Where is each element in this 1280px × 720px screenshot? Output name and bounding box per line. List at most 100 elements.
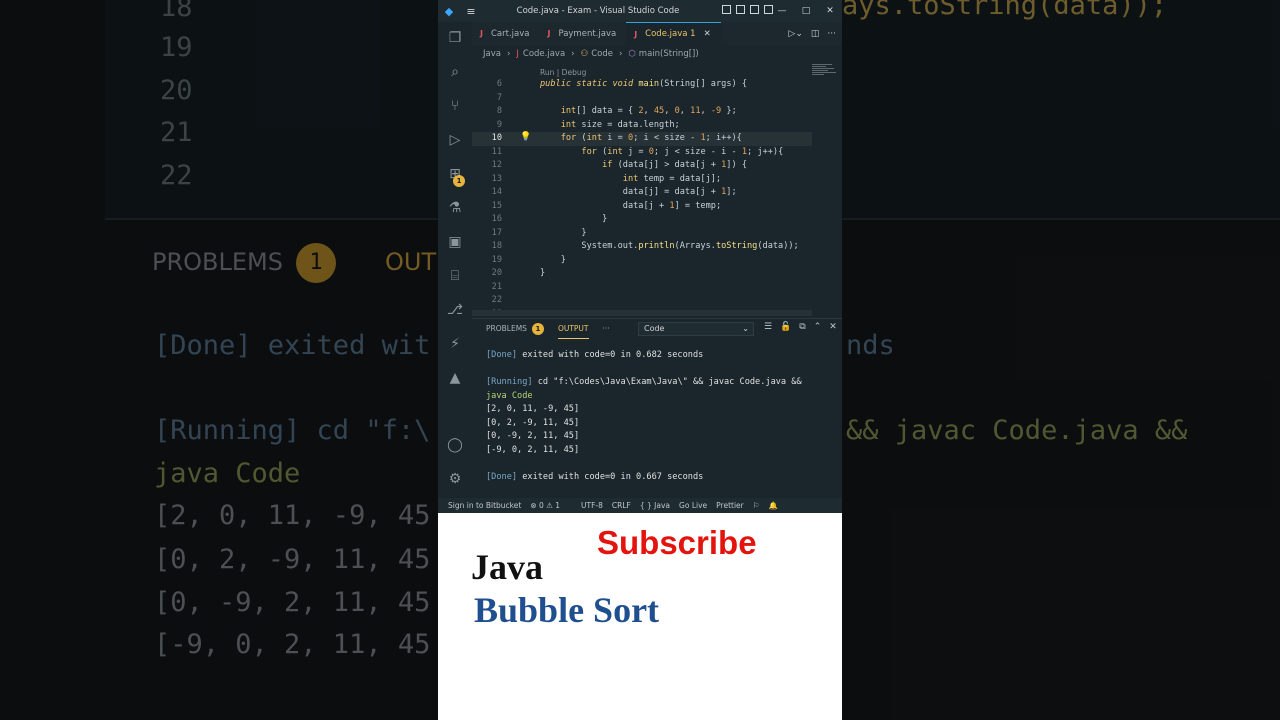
prettier-status[interactable]: Prettier [716,501,744,510]
output-line: java Code [486,390,533,404]
more-actions-icon[interactable]: ··· [827,29,836,39]
code-line[interactable]: 15 data[j + 1] = temp; [472,200,812,214]
azure-icon[interactable]: ▲ [446,369,464,387]
tab-code-java[interactable]: J Code.java 1 ✕ [626,22,721,45]
line-number: 6 [496,79,502,89]
close-tab-icon[interactable]: ✕ [704,29,711,39]
method-icon: ⬡ [628,49,636,59]
caption-area: Subscribe Java Bubble Sort [438,513,842,720]
source-control-icon[interactable]: ⑂ [446,97,464,115]
minimap[interactable] [812,63,839,81]
java-file-icon: J [634,29,638,39]
toggle-secondary-sidebar-icon[interactable] [750,5,759,14]
copy-icon[interactable]: ⧉ [799,322,805,332]
maximize-button[interactable]: □ [794,0,818,22]
lightning-icon[interactable]: ⚡ [446,335,464,353]
code-text: } [540,254,566,265]
code-line[interactable]: 12 if (data[j] > data[j + 1]) { [472,159,812,173]
output-channel-select[interactable]: Code ⌄ [638,322,754,336]
code-line[interactable]: 22 [472,294,812,308]
maximize-panel-icon[interactable]: ⌃ [814,322,822,332]
output-text: [0, -9, 2, 11, 45] [486,431,580,441]
horizontal-scrollbar[interactable] [472,310,812,316]
tab-payment-java[interactable]: J Payment.java [539,22,626,45]
terminal-icon[interactable]: ⌸ [446,267,464,285]
feedback-icon[interactable]: ⚐ [753,501,760,510]
git-graph-icon[interactable]: ⎇ [446,301,464,319]
code-line[interactable]: 6 public static void main(String[] args) … [472,78,812,92]
status-bar: Sign in to Bitbucket ⊗ 0 ⚠ 1 UTF-8 CRLF … [438,498,842,513]
breadcrumb: Java › J Code.java › ⚇ Code › ⬡ main(Str… [472,45,842,63]
testing-icon[interactable]: ⚗ [446,199,464,217]
encoding-status[interactable]: UTF-8 [581,501,603,510]
breadcrumb-item[interactable]: main(String[]) [639,49,699,59]
notebook-icon[interactable]: ▣ [446,233,464,251]
panel-more-tabs[interactable]: ··· [603,319,610,339]
code-line[interactable]: 21 [472,281,812,295]
output-text: exited with code=0 in 0.667 seconds [517,471,704,482]
explorer-icon[interactable]: ❐ [446,29,464,47]
tab-cart-java[interactable]: J Cart.java [472,22,539,45]
tab-problems[interactable]: PROBLEMS 1 [486,319,544,339]
toggle-sidebar-icon[interactable] [722,5,731,14]
code-text: if (data[j] > data[j + 1]) { [602,160,747,170]
codelens-run-debug[interactable]: Run | Debug [540,68,586,77]
class-icon: ⚇ [580,49,589,59]
code-text: public static void main(String[] args) { [540,79,748,89]
output-text: java Code [486,390,533,401]
code-line[interactable]: 11 for (int j = 0; j < size - i - 1; j++… [472,146,812,160]
minimize-button[interactable]: — [770,0,794,22]
tab-label: PROBLEMS [486,324,527,333]
tab-label: Cart.java [490,28,530,39]
breadcrumb-item[interactable]: Code.java [523,49,565,59]
code-line[interactable]: 8 int[] data = { 2, 45, 0, 11, -9 }; [472,105,812,119]
account-icon[interactable]: ◯ [446,436,464,454]
code-text: } [540,227,587,238]
run-code-icon[interactable]: ▷⌄ [788,29,802,39]
code-line[interactable]: 16 } [472,213,812,227]
notifications-bell-icon[interactable]: 🔔 [768,501,777,510]
line-number: 10 [491,133,502,143]
code-text: int size = data.length; [560,119,680,130]
tab-output[interactable]: OUTPUT [557,319,589,339]
line-number: 14 [491,187,502,197]
java-file-icon: J [547,29,551,38]
code-line[interactable]: 9 int size = data.length; [472,119,812,133]
code-line[interactable]: 20} [472,267,812,281]
language-status[interactable]: { } Java [640,501,670,510]
search-icon[interactable]: ⌕ [446,63,464,81]
output-tag: [Running] [486,377,533,387]
java-file-icon: J [516,49,519,59]
code-line[interactable]: 13 int temp = data[j]; [472,173,812,187]
eol-status[interactable]: CRLF [612,501,631,510]
settings-gear-icon[interactable]: ⚙ [446,470,464,488]
line-number: 8 [496,106,502,116]
breadcrumb-item[interactable]: Java [483,49,501,59]
code-line[interactable]: 18 System.out.println(Arrays.toString(da… [472,240,812,254]
caption-line-2: Bubble Sort [474,590,660,630]
subscribe-text: Subscribe [597,524,757,561]
line-number: 12 [491,160,502,170]
toggle-panel-icon[interactable] [736,5,745,14]
output-line: [Done] exited with code=0 in 0.667 secon… [486,471,703,485]
code-line[interactable]: 19 } [472,254,812,268]
problems-status[interactable]: ⊗ 0 ⚠ 1 [530,501,560,510]
breadcrumb-item[interactable]: Code [591,49,613,59]
line-number: 18 [491,241,502,251]
split-editor-icon[interactable]: ◫ [811,29,820,39]
filter-lines-icon[interactable]: ☰ [764,322,772,332]
run-debug-icon[interactable]: ▷ [446,131,464,149]
output-line: [0, 2, -9, 11, 45] [486,417,579,431]
code-line[interactable]: 7 [472,92,812,106]
line-number: 7 [496,92,502,103]
output-line: [Done] exited with code=0 in 0.682 secon… [486,349,703,363]
close-panel-icon[interactable]: ✕ [829,322,837,332]
lock-scroll-icon[interactable]: 🔓 [780,322,791,332]
close-window-button[interactable]: ✕ [818,0,842,22]
code-line[interactable]: 17 } [472,227,812,241]
bitbucket-status[interactable]: Sign in to Bitbucket [448,501,521,510]
lightbulb-icon[interactable]: 💡 [520,132,531,142]
code-editor[interactable]: Run | Debug 6 public static void main(Str… [472,63,842,317]
code-line[interactable]: 14 data[j] = data[j + 1]; [472,186,812,200]
go-live-status[interactable]: Go Live [679,501,707,510]
